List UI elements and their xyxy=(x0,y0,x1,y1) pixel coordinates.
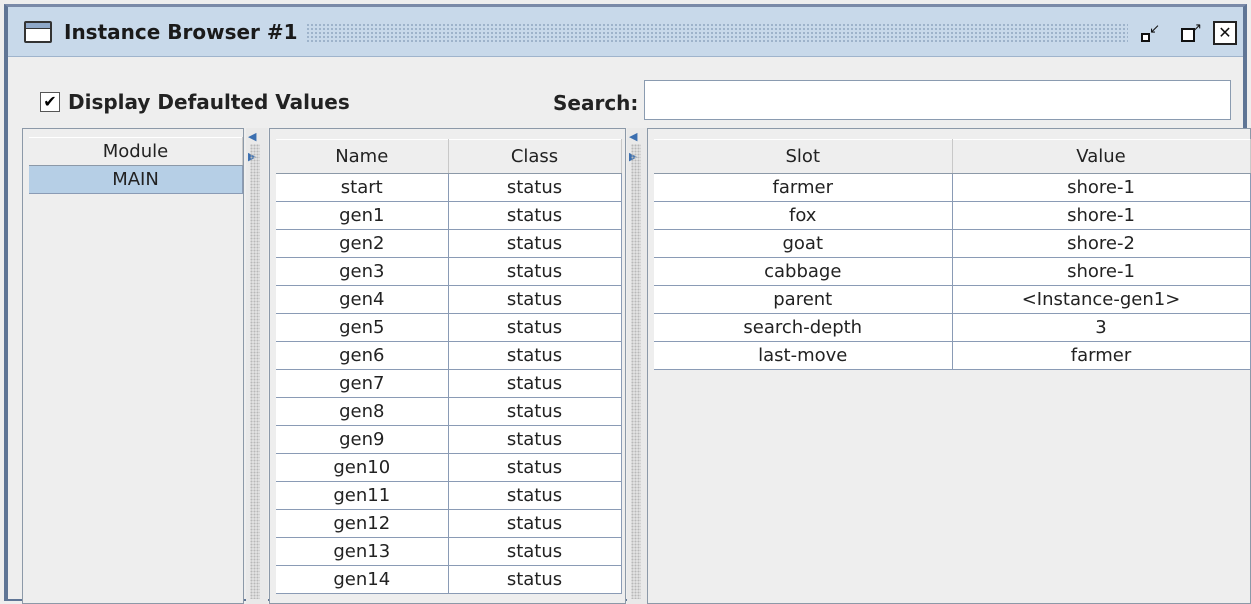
window-title: Instance Browser #1 xyxy=(64,20,298,44)
instance-class-cell[interactable]: status xyxy=(448,369,622,398)
instance-row[interactable]: gen6 status xyxy=(276,341,622,370)
collapse-left-icon[interactable]: ◀ xyxy=(629,131,637,142)
slot-name-cell[interactable]: parent xyxy=(654,285,953,314)
module-table: Module MAIN xyxy=(29,137,243,194)
slot-name-cell[interactable]: fox xyxy=(654,201,953,230)
slot-value-cell[interactable]: shore-2 xyxy=(952,229,1251,258)
instance-row[interactable]: gen7 status xyxy=(276,369,622,398)
instances-pane: Name Class start status gen1 status gen2 stat… xyxy=(269,128,626,604)
instance-row[interactable]: gen9 status xyxy=(276,425,622,454)
instance-class-cell[interactable]: status xyxy=(448,173,622,202)
divider-grip[interactable] xyxy=(631,144,641,599)
instance-name-cell[interactable]: gen8 xyxy=(276,397,449,426)
instance-name-cell[interactable]: gen10 xyxy=(276,453,449,482)
slot-row[interactable]: farmer shore-1 xyxy=(654,173,1251,202)
display-defaulted-values-option[interactable]: ✔ Display Defaulted Values xyxy=(40,90,350,114)
module-pane: Module MAIN xyxy=(22,128,244,604)
instance-name-cell[interactable]: gen11 xyxy=(276,481,449,510)
instance-name-cell[interactable]: gen3 xyxy=(276,257,449,286)
instance-name-cell[interactable]: gen6 xyxy=(276,341,449,370)
module-cell[interactable]: MAIN xyxy=(29,165,243,194)
instance-row[interactable]: start status xyxy=(276,173,622,202)
search-label: Search: xyxy=(553,91,639,115)
title-bar[interactable]: Instance Browser #1 ↙ ↗ ✕ xyxy=(8,7,1243,57)
slot-row[interactable]: last-move farmer xyxy=(654,341,1251,370)
instance-class-cell[interactable]: status xyxy=(448,509,622,538)
slot-value-cell[interactable]: farmer xyxy=(952,341,1251,370)
slot-row[interactable]: fox shore-1 xyxy=(654,201,1251,230)
instance-row[interactable]: gen1 status xyxy=(276,201,622,230)
close-icon[interactable]: ✕ xyxy=(1213,21,1237,45)
instance-class-cell[interactable]: status xyxy=(448,201,622,230)
instance-class-cell[interactable]: status xyxy=(448,285,622,314)
instance-class-cell[interactable]: status xyxy=(448,397,622,426)
slot-row[interactable]: parent <Instance-gen1> xyxy=(654,285,1251,314)
instance-row[interactable]: gen3 status xyxy=(276,257,622,286)
instance-class-cell[interactable]: status xyxy=(448,313,622,342)
display-defaulted-values-checkbox[interactable]: ✔ xyxy=(40,92,60,112)
instance-name-cell[interactable]: gen14 xyxy=(276,565,449,594)
instance-row[interactable]: gen8 status xyxy=(276,397,622,426)
instance-row[interactable]: gen10 status xyxy=(276,453,622,482)
slot-value-cell[interactable]: 3 xyxy=(952,313,1251,342)
slot-row[interactable]: goat shore-2 xyxy=(654,229,1251,258)
instance-row[interactable]: gen12 status xyxy=(276,509,622,538)
instances-table: Name Class start status gen1 status gen2 stat… xyxy=(276,139,622,594)
instance-row[interactable]: gen5 status xyxy=(276,313,622,342)
instance-name-cell[interactable]: start xyxy=(276,173,449,202)
instance-row[interactable]: gen14 status xyxy=(276,565,622,594)
display-defaulted-values-label[interactable]: Display Defaulted Values xyxy=(68,90,350,114)
slot-row[interactable]: cabbage shore-1 xyxy=(654,257,1251,286)
slots-table: Slot Value farmer shore-1 fox shore-1 goat sh… xyxy=(654,139,1251,370)
slot-value-cell[interactable]: shore-1 xyxy=(952,257,1251,286)
value-column-header[interactable]: Value xyxy=(952,139,1251,174)
slot-value-cell[interactable]: <Instance-gen1> xyxy=(952,285,1251,314)
title-bar-grip xyxy=(306,23,1128,43)
slot-column-header[interactable]: Slot xyxy=(654,139,953,174)
split-pane-divider-left[interactable]: ◀ ▶ xyxy=(246,128,268,604)
instance-name-cell[interactable]: gen2 xyxy=(276,229,449,258)
split-pane-divider-right[interactable]: ◀ ▶ xyxy=(627,128,649,604)
instance-class-cell[interactable]: status xyxy=(448,229,622,258)
instance-class-cell[interactable]: status xyxy=(448,257,622,286)
slot-name-cell[interactable]: cabbage xyxy=(654,257,953,286)
instance-class-cell[interactable]: status xyxy=(448,425,622,454)
instance-name-cell[interactable]: gen5 xyxy=(276,313,449,342)
divider-grip[interactable] xyxy=(250,144,260,599)
slot-name-cell[interactable]: goat xyxy=(654,229,953,258)
instance-row[interactable]: gen13 status xyxy=(276,537,622,566)
class-column-header[interactable]: Class xyxy=(448,139,622,174)
instance-browser-window: Instance Browser #1 ↙ ↗ ✕ ✔ Display Defa… xyxy=(4,4,1251,604)
instance-name-cell[interactable]: gen9 xyxy=(276,425,449,454)
instance-name-cell[interactable]: gen12 xyxy=(276,509,449,538)
window-icon xyxy=(24,21,52,43)
instance-name-cell[interactable]: gen7 xyxy=(276,369,449,398)
instance-name-cell[interactable]: gen4 xyxy=(276,285,449,314)
collapse-left-icon[interactable]: ◀ xyxy=(248,131,256,142)
slot-row[interactable]: search-depth 3 xyxy=(654,313,1251,342)
instance-class-cell[interactable]: status xyxy=(448,537,622,566)
module-column-header[interactable]: Module xyxy=(29,137,243,166)
slot-name-cell[interactable]: search-depth xyxy=(654,313,953,342)
instance-class-cell[interactable]: status xyxy=(448,565,622,594)
maximize-icon[interactable]: ↗ xyxy=(1178,21,1202,45)
instance-row[interactable]: gen11 status xyxy=(276,481,622,510)
instance-class-cell[interactable]: status xyxy=(448,481,622,510)
name-column-header[interactable]: Name xyxy=(276,139,449,174)
slots-pane: Slot Value farmer shore-1 fox shore-1 goat sh… xyxy=(647,128,1251,604)
instance-class-cell[interactable]: status xyxy=(448,453,622,482)
slot-value-cell[interactable]: shore-1 xyxy=(952,173,1251,202)
search-input[interactable] xyxy=(644,80,1231,120)
slot-name-cell[interactable]: last-move xyxy=(654,341,953,370)
instance-class-cell[interactable]: status xyxy=(448,341,622,370)
instance-row[interactable]: gen4 status xyxy=(276,285,622,314)
module-row[interactable]: MAIN xyxy=(29,165,243,194)
minimize-icon[interactable]: ↙ xyxy=(1138,21,1162,45)
slot-value-cell[interactable]: shore-1 xyxy=(952,201,1251,230)
instance-name-cell[interactable]: gen13 xyxy=(276,537,449,566)
slot-name-cell[interactable]: farmer xyxy=(654,173,953,202)
instance-row[interactable]: gen2 status xyxy=(276,229,622,258)
instance-name-cell[interactable]: gen1 xyxy=(276,201,449,230)
